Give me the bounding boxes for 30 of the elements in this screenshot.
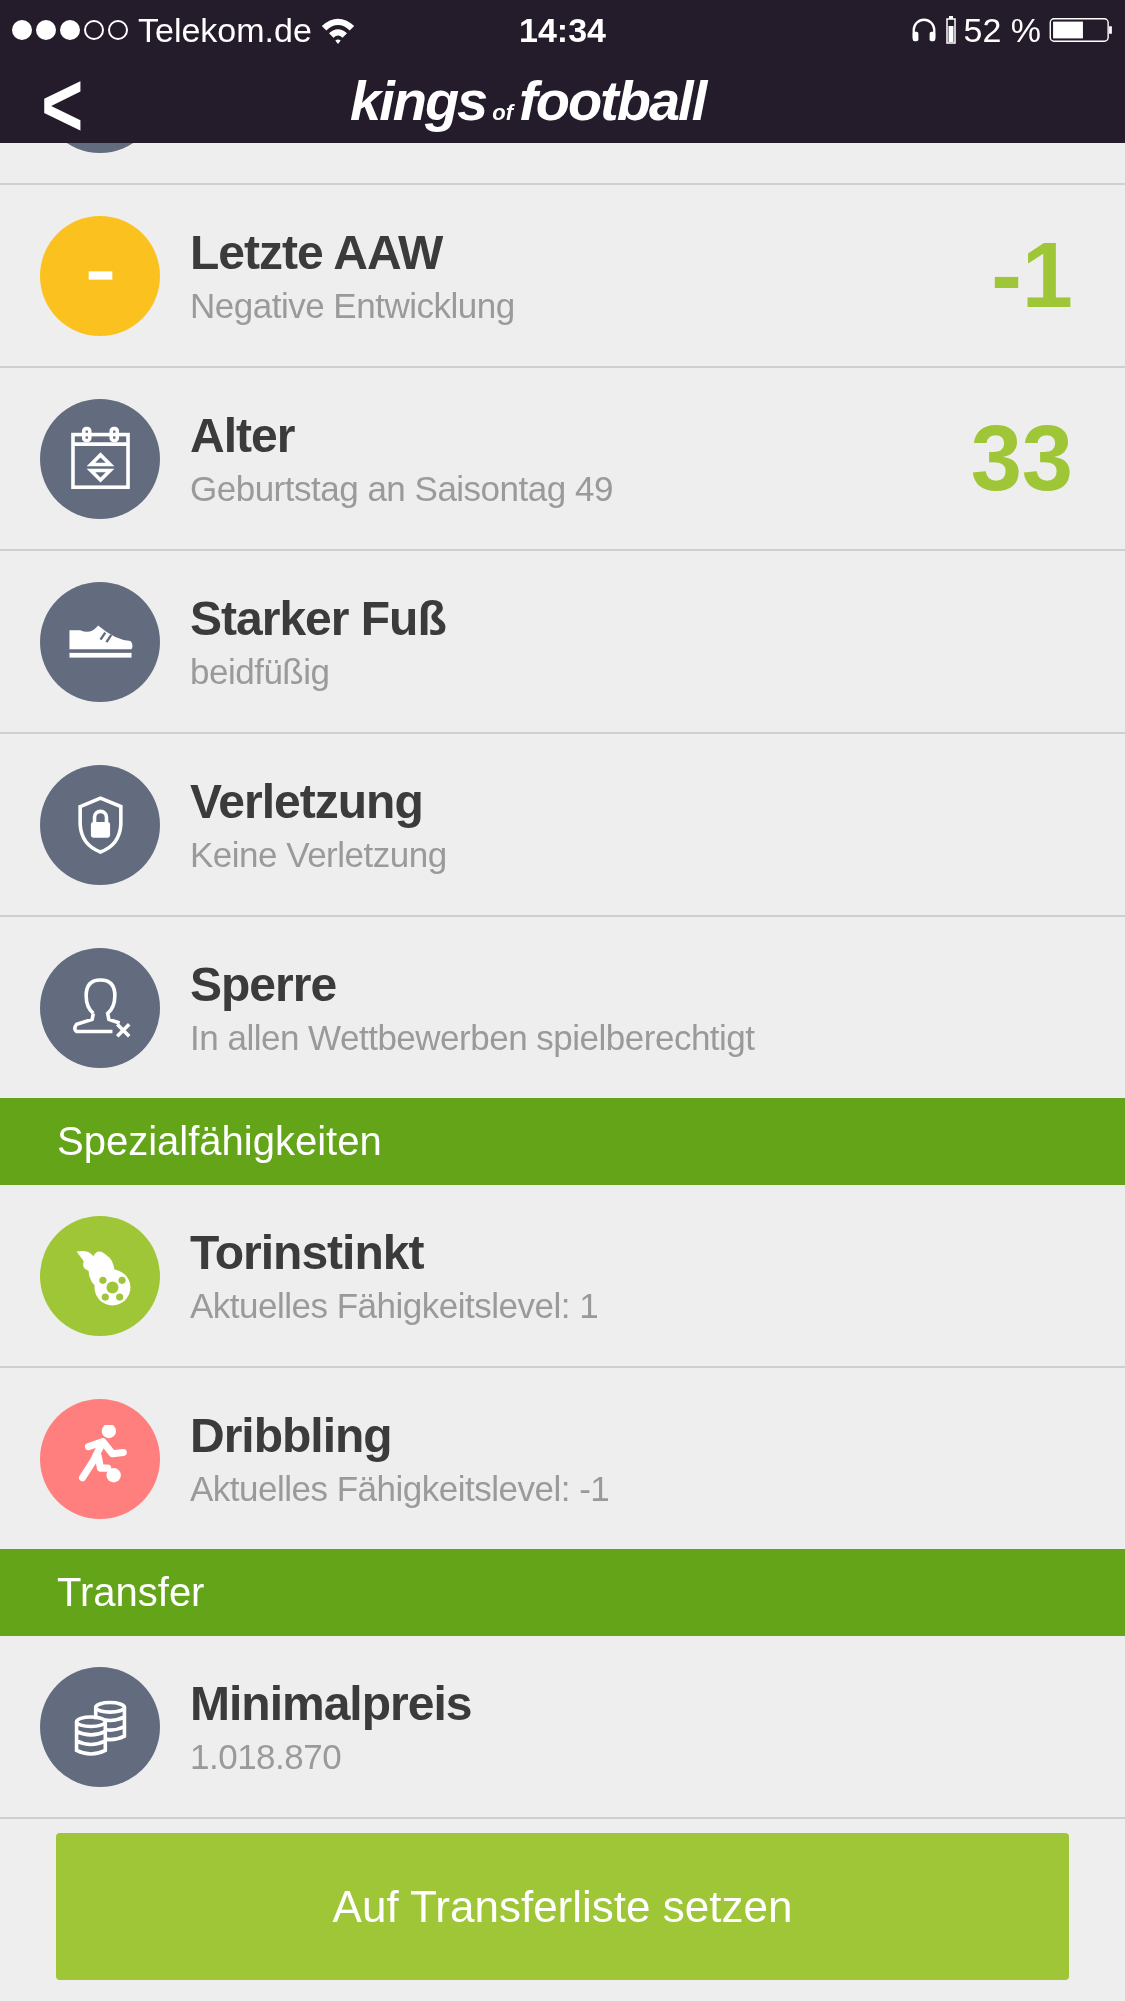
shoe-icon (66, 623, 134, 660)
row-subtitle: In allen Wettbewerben spielberechtigt (190, 1018, 756, 1058)
row-subtitle: 1.018.870 (190, 1737, 343, 1777)
carrier-name: Telekom.de (138, 10, 312, 50)
section-header: Transfer (57, 1570, 205, 1615)
battery-charge-icon (945, 16, 956, 44)
row-title: Torinstinkt (190, 1225, 425, 1280)
signal-icon (10, 18, 130, 42)
row-subtitle: Keine Verletzung (190, 835, 448, 875)
clock-time: 14:34 (519, 10, 606, 50)
battery-percent: 52 % (963, 10, 1041, 50)
battery-icon (1049, 16, 1115, 44)
row-subtitle: beidfüßig (190, 652, 331, 692)
row-title: Minimalpreis (190, 1676, 473, 1731)
row-subtitle: Negative Entwicklung (190, 286, 516, 326)
row-value: 33 (970, 406, 1073, 511)
wifi-icon (319, 16, 356, 44)
app-logo: kings of football (350, 68, 706, 133)
row-title: Alter (190, 408, 296, 463)
row-subtitle: Aktuelles Fähigkeitslevel: 1 (190, 1286, 600, 1326)
back-button[interactable]: < (9, 60, 84, 143)
row-value: -1 (991, 223, 1073, 328)
row-subtitle: Geburtstag an Saisontag 49 (190, 469, 614, 509)
row-subtitle: Aktuelles Fähigkeitslevel: -1 (190, 1469, 611, 1509)
row-title: Verletzung (190, 774, 424, 829)
row-title: Sperre (190, 957, 338, 1012)
row-title: Starker Fuß (190, 591, 447, 646)
section-header: Spezialfähigkeiten (57, 1119, 382, 1164)
row-title: Dribbling (190, 1408, 393, 1463)
row-title: Letzte AAW (190, 225, 444, 280)
